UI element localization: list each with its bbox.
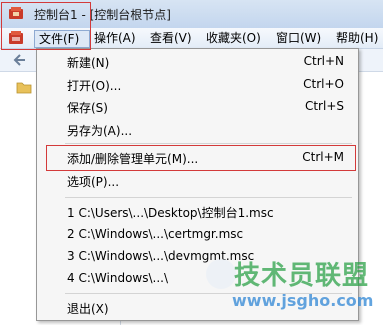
menu-separator xyxy=(65,197,352,198)
menu-item-label: 添加/删除管理单元(M)... xyxy=(67,152,199,166)
menu-item-recent-1[interactable]: 1 C:\Users\...\Desktop\控制台1.msc xyxy=(37,201,358,223)
menu-window[interactable]: 窗口(W) xyxy=(276,30,321,46)
menu-item-label: 2 C:\Windows\...\certmgr.msc xyxy=(67,227,244,241)
menu-item-label: 保存(S) xyxy=(67,101,108,115)
title-bar: 控制台1 - [控制台根节点] xyxy=(0,0,383,29)
menu-item-label: 1 C:\Users\...\Desktop\控制台1.msc xyxy=(67,206,274,220)
watermark-title: 技术员联盟 xyxy=(234,261,370,291)
menu-item-open[interactable]: 打开(O)... Ctrl+O xyxy=(37,74,358,96)
menu-item-label: 退出(X) xyxy=(67,302,109,316)
app-icon xyxy=(9,7,23,19)
menu-view[interactable]: 查看(V) xyxy=(150,30,192,46)
menu-file[interactable]: 文件(F) xyxy=(34,30,90,48)
menu-item-shortcut: Ctrl+M xyxy=(302,150,344,164)
folder-icon[interactable] xyxy=(16,80,32,94)
menu-item-shortcut: Ctrl+N xyxy=(303,54,344,68)
menu-item-options[interactable]: 选项(P)... xyxy=(37,170,358,192)
menu-item-add-remove-snapin[interactable]: 添加/删除管理单元(M)... Ctrl+M xyxy=(37,147,358,169)
window-title: 控制台1 - [控制台根节点] xyxy=(34,8,171,22)
menu-item-label: 选项(P)... xyxy=(67,175,120,189)
menu-item-recent-2[interactable]: 2 C:\Windows\...\certmgr.msc xyxy=(37,224,358,246)
menu-item-shortcut: Ctrl+O xyxy=(303,77,344,91)
watermark-url: www.jsgho.com xyxy=(232,291,374,310)
menu-item-label: 4 C:\Windows\...\ xyxy=(67,271,169,285)
back-arrow-icon[interactable] xyxy=(12,53,26,67)
menu-item-label: 另存为(A)... xyxy=(67,124,133,138)
menu-item-shortcut: Ctrl+S xyxy=(304,99,344,113)
menu-item-save[interactable]: 保存(S) Ctrl+S xyxy=(37,96,358,118)
menu-help[interactable]: 帮助(H) xyxy=(336,30,378,46)
menu-bar: 文件(F) 操作(A) 查看(V) 收藏夹(O) 窗口(W) 帮助(H) xyxy=(0,28,383,49)
menu-favorites[interactable]: 收藏夹(O) xyxy=(206,30,261,46)
menu-item-label: 新建(N) xyxy=(67,56,110,70)
console-doc-icon[interactable] xyxy=(8,31,24,45)
menu-action[interactable]: 操作(A) xyxy=(94,30,136,46)
menu-item-new[interactable]: 新建(N) Ctrl+N xyxy=(37,51,358,73)
watermark-badge xyxy=(206,259,236,289)
menu-item-save-as[interactable]: 另存为(A)... xyxy=(37,119,358,141)
menu-item-label: 打开(O)... xyxy=(67,79,122,93)
menu-separator xyxy=(65,143,352,144)
